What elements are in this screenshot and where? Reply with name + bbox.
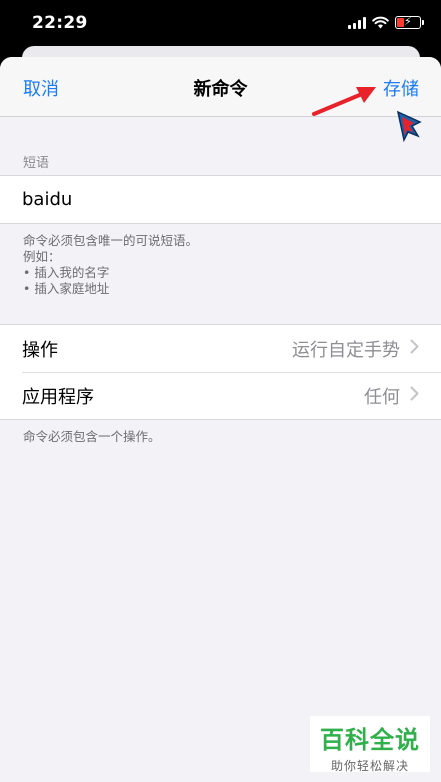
phrase-field[interactable]: baidu [0,176,441,223]
app-row-label: 应用程序 [22,386,94,408]
page-title: 新命令 [193,79,248,100]
app-row-value: 任何 [364,386,400,408]
save-button[interactable]: 存储 [383,75,419,101]
watermark-main-text: 百科全说 [320,726,420,754]
phrase-section-header: 短语 [23,156,50,171]
phrase-footer-line: 例如： [23,249,61,264]
status-icons: ⚡ [348,15,424,29]
status-bar: 22:29 ⚡ [0,0,441,48]
phrase-input[interactable]: baidu [22,189,72,210]
phrase-footer: 命令必须包含唯一的可说短语。 例如： • 插入我的名字 • 插入家庭地址 [23,233,198,297]
watermark-logo: 百科全说 助你轻松解决 [310,716,430,773]
action-row-value: 运行自定手势 [292,339,400,361]
action-footer: 命令必须包含一个操作。 [23,429,161,444]
watermark-sub-text: 助你轻松解决 [330,759,409,773]
action-row-label: 操作 [22,339,58,361]
phrase-group: baidu [0,175,441,224]
phrase-footer-line: 命令必须包含唯一的可说短语。 [23,233,199,248]
app-row[interactable]: 应用程序 任何 [0,372,441,419]
chevron-right-icon [410,385,419,406]
navigation-bar: 取消 新命令 存储 [0,57,441,117]
phrase-footer-line: • 插入我的名字 [23,265,110,280]
signal-icon [348,16,366,29]
action-group: 操作 运行自定手势 应用程序 任何 [0,324,441,420]
chevron-right-icon [410,338,419,359]
battery-icon: ⚡ [395,15,424,29]
phrase-footer-line: • 插入家庭地址 [23,281,110,296]
new-command-sheet: 取消 新命令 存储 短语 baidu 命令必须包含唯一的可说短语。 例如： • … [0,57,441,782]
status-time: 22:29 [32,13,88,33]
action-row[interactable]: 操作 运行自定手势 [0,325,441,372]
wifi-icon [372,16,389,29]
